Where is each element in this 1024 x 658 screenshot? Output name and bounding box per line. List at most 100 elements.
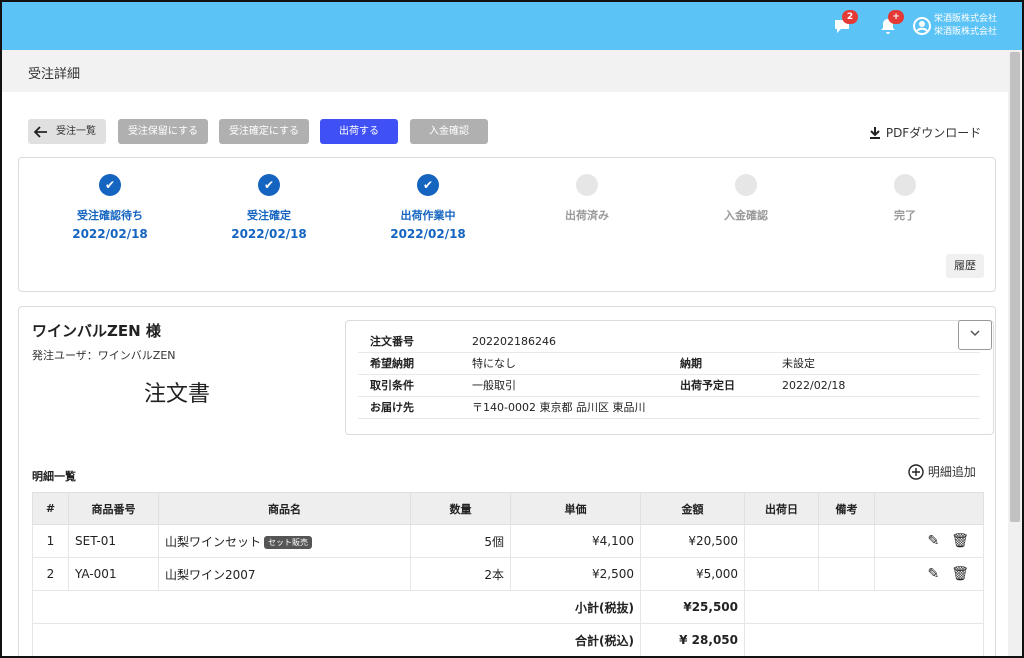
check-icon: ✔ [417, 174, 439, 196]
history-button[interactable]: 履歴 [946, 254, 984, 278]
hold-order-button[interactable]: 受注保留にする [118, 119, 208, 144]
terms-value: 一般取引 [472, 379, 516, 392]
ship-date [744, 524, 819, 558]
step-4: 出荷済み [517, 174, 657, 223]
product-code: SET-01 [68, 524, 159, 558]
top-bar: 2 + 栄酒販株式会社 栄酒販株式会社 [2, 2, 1022, 50]
due-date-value: 未設定 [782, 357, 815, 370]
download-icon [870, 127, 880, 139]
step-3: ✔ 出荷作業中 2022/02/18 [358, 174, 498, 241]
order-user: 発注ユーザ：ワインバルZEN [32, 349, 176, 362]
line-items-table: # 商品番号 商品名 数量 単価 金額 出荷日 備考 1 SET-01 山梨ワイ… [32, 492, 984, 656]
page-title: 受注詳細 [28, 67, 81, 82]
due-date-label: 納期 [680, 357, 702, 370]
company-line-2: 栄酒販株式会社 [934, 27, 998, 37]
ship-date-value: 2022/02/18 [782, 379, 846, 392]
subtotal-label: 小計(税抜) [32, 590, 641, 624]
step-6: 完了 [835, 174, 975, 223]
table-row: 1 SET-01 山梨ワインセット セット販売 5個 ¥4,100 ¥20,500… [32, 524, 984, 558]
bell-icon[interactable]: + [878, 10, 904, 36]
row-index: 1 [32, 524, 69, 558]
desired-date-value: 特になし [472, 357, 516, 370]
subtotal-row: 小計(税抜) ¥25,500 [32, 590, 984, 624]
order-number-row: 注文番号 202202186246 [358, 331, 980, 353]
desired-date-label: 希望納期 [370, 357, 414, 370]
pdf-download-button[interactable]: PDFダウンロード [868, 124, 981, 141]
scrollbar-thumb[interactable] [1010, 52, 1020, 522]
row-index: 2 [32, 557, 69, 591]
check-icon: ✔ [99, 174, 121, 196]
row-actions: ✎ 🗑 [874, 557, 984, 591]
step-label: 受注確認待ち [77, 209, 143, 222]
terms-label: 取引条件 [370, 379, 414, 392]
ship-date-label: 出荷予定日 [680, 379, 735, 392]
col-qty: 数量 [410, 492, 511, 525]
delete-icon[interactable]: 🗑 [951, 533, 969, 549]
step-date: 2022/02/18 [390, 227, 466, 241]
bell-badge: + [888, 10, 904, 24]
delete-icon[interactable]: 🗑 [951, 566, 969, 582]
step-label: 完了 [894, 209, 916, 222]
subtotal-value: ¥25,500 [640, 590, 745, 624]
expand-button[interactable] [958, 320, 992, 350]
add-line-button[interactable]: 明細追加 [908, 463, 976, 480]
chat-icon[interactable]: 2 [832, 10, 858, 36]
step-label: 受注確定 [247, 209, 291, 222]
unit-price: ¥4,100 [510, 524, 641, 558]
vertical-scrollbar[interactable] [1008, 50, 1022, 656]
step-label: 出荷作業中 [400, 209, 456, 222]
col-actions [874, 492, 984, 525]
pdf-download-label: PDFダウンロード [885, 126, 982, 140]
col-code: 商品番号 [68, 492, 159, 525]
edit-icon[interactable]: ✎ [927, 533, 939, 549]
destination-label: お届け先 [370, 401, 414, 414]
account-icon[interactable] [912, 16, 932, 36]
order-number-value: 202202186246 [472, 335, 556, 348]
pending-step-icon [735, 174, 757, 196]
order-number-label: 注文番号 [370, 335, 414, 348]
ship-button[interactable]: 出荷する [320, 119, 398, 144]
col-amount: 金額 [640, 492, 745, 525]
col-name: 商品名 [158, 492, 411, 525]
total-filler [744, 623, 984, 656]
line-items-title: 明細一覧 [32, 470, 76, 483]
subtotal-filler [744, 590, 984, 624]
product-name: 山梨ワインセット [165, 534, 262, 549]
confirm-order-button[interactable]: 受注確定にする [219, 119, 309, 144]
product-name: 山梨ワイン2007 [165, 567, 256, 582]
note [818, 557, 875, 591]
delivery-row: 希望納期 特になし 納期 未設定 [358, 353, 980, 375]
back-button-label: 受注一覧 [56, 126, 96, 137]
payment-confirm-button[interactable]: 入金確認 [410, 119, 488, 144]
destination-value: 〒140-0002 東京都 品川区 東品川 [472, 401, 646, 414]
chat-badge: 2 [842, 10, 858, 24]
edit-icon[interactable]: ✎ [927, 566, 939, 582]
amount: ¥20,500 [640, 524, 745, 558]
product-name-cell: 山梨ワインセット セット販売 [158, 524, 411, 558]
step-date: 2022/02/18 [72, 227, 148, 241]
step-1: ✔ 受注確認待ち 2022/02/18 [40, 174, 180, 241]
ship-date [744, 557, 819, 591]
step-label: 入金確認 [724, 209, 768, 222]
company-line-1: 栄酒販株式会社 [934, 14, 998, 24]
set-sale-badge: セット販売 [264, 535, 313, 549]
total-row: 合計(税込) ¥ 28,050 [32, 623, 984, 656]
table-row: 2 YA-001 山梨ワイン2007 2本 ¥2,500 ¥5,000 ✎ 🗑 [32, 557, 984, 591]
amount: ¥5,000 [640, 557, 745, 591]
note [818, 524, 875, 558]
back-to-list-button[interactable]: 受注一覧 [28, 119, 106, 144]
col-price: 単価 [510, 492, 641, 525]
terms-row: 取引条件 一般取引 出荷予定日 2022/02/18 [358, 375, 980, 397]
pending-step-icon [894, 174, 916, 196]
page-header: 受注詳細 [2, 50, 1008, 92]
total-label: 合計(税込) [32, 623, 641, 656]
product-code: YA-001 [68, 557, 159, 591]
company-name[interactable]: 栄酒販株式会社 栄酒販株式会社 [934, 13, 997, 39]
step-label: 出荷済み [565, 209, 609, 222]
chevron-down-icon [970, 330, 980, 337]
total-value: ¥ 28,050 [640, 623, 745, 656]
destination-row: お届け先 〒140-0002 東京都 品川区 東品川 [358, 397, 980, 419]
product-name-cell: 山梨ワイン2007 [158, 557, 411, 591]
col-ship-date: 出荷日 [744, 492, 819, 525]
document-title: 注文書 [144, 382, 211, 407]
